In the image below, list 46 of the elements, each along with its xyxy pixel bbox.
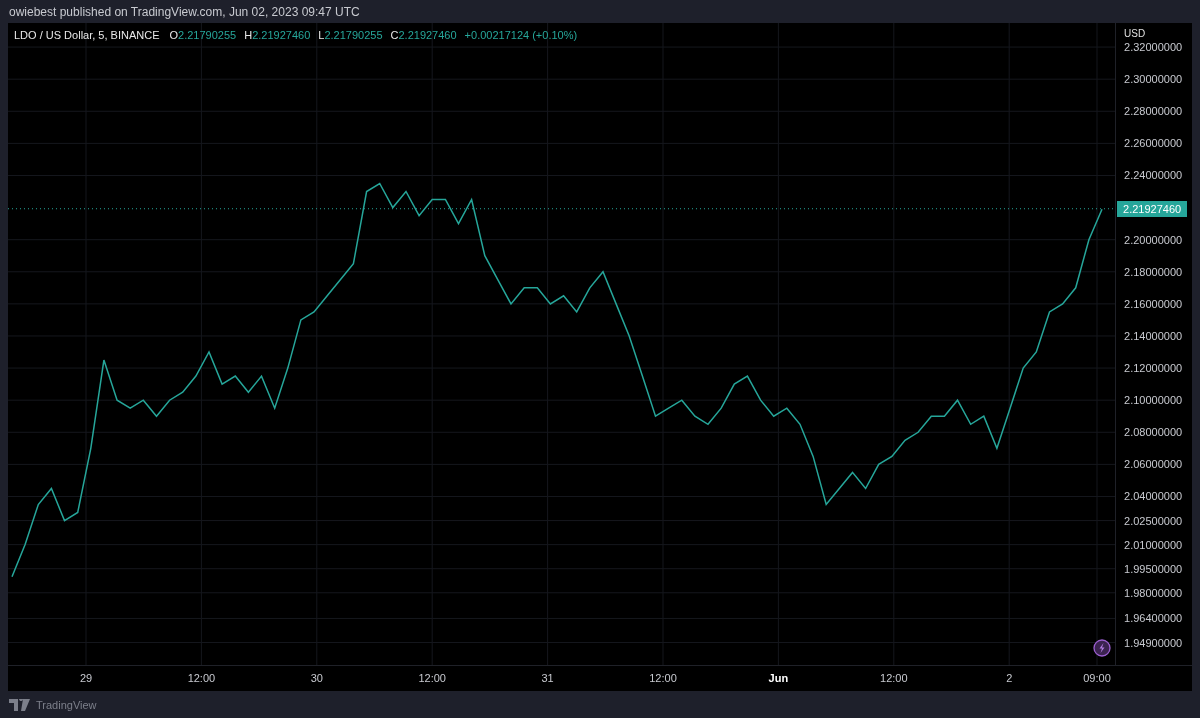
publish-note: owiebest published on TradingView.com, Jun 02, 2023 09:47 UTC — [9, 4, 360, 19]
axis-label: 09:00 — [1083, 672, 1111, 684]
axis-label: 2.14000000 — [1124, 329, 1183, 342]
ohlc-label: H — [244, 29, 253, 41]
axis-label: 30 — [310, 672, 323, 684]
ohlc-value: 2.21927460 — [252, 29, 311, 41]
axis-label: 12:00 — [880, 672, 908, 684]
ohlc-value: 2.21790255 — [324, 29, 383, 41]
axis-label: 2.24000000 — [1124, 169, 1183, 182]
price-change: +0.00217124 (+0.10%) — [464, 29, 578, 41]
ohlc-value: 2.21927460 — [398, 29, 457, 41]
axis-label: 2.18000000 — [1124, 265, 1183, 278]
axis-label: 2.28000000 — [1124, 105, 1183, 118]
axis-label: 2.06000000 — [1124, 458, 1183, 471]
axis-label: 12:00 — [418, 672, 446, 684]
brand-name: TradingView — [36, 698, 97, 711]
axis-label: 29 — [79, 672, 93, 684]
axis-label: 12:00 — [187, 672, 216, 684]
axis-label: 2 — [1006, 672, 1013, 684]
axis-label: 1.99500000 — [1124, 562, 1183, 575]
axis-label: Jun — [768, 672, 789, 684]
axis-label: 2.16000000 — [1124, 297, 1183, 310]
axis-label: 2.26000000 — [1124, 137, 1183, 150]
ohlc-label: L — [318, 29, 325, 41]
axis-label: 1.94900000 — [1124, 636, 1183, 649]
ohlc-value: 2.21790255 — [178, 29, 237, 41]
ohlc-label: O — [169, 29, 179, 41]
axis-label: 2.08000000 — [1124, 426, 1183, 439]
axis-label: 1.98000000 — [1124, 586, 1183, 599]
currency-label: USD — [1124, 28, 1146, 39]
axis-label: 1.96400000 — [1124, 612, 1183, 625]
axis-label: 2.20000000 — [1124, 233, 1183, 246]
axis-label: 2.32000000 — [1124, 41, 1183, 54]
axis-label: 2.02500000 — [1124, 514, 1183, 527]
ohlc-label: C — [390, 29, 399, 41]
axis-label: 31 — [541, 672, 554, 684]
axis-label: 2.12000000 — [1124, 362, 1183, 375]
symbol-title: LDO / US Dollar, 5, BINANCE — [14, 29, 160, 41]
axis-label: 2.10000000 — [1124, 394, 1183, 407]
last-price-label: 2.21927460 — [1117, 200, 1188, 217]
axis-label: 12:00 — [649, 672, 677, 684]
axis-label: 2.01000000 — [1124, 538, 1183, 551]
axis-label: 2.30000000 — [1124, 73, 1183, 86]
lightning-icon[interactable] — [1093, 639, 1112, 657]
logo-icon — [9, 698, 31, 711]
axis-label: 2.04000000 — [1124, 490, 1183, 503]
